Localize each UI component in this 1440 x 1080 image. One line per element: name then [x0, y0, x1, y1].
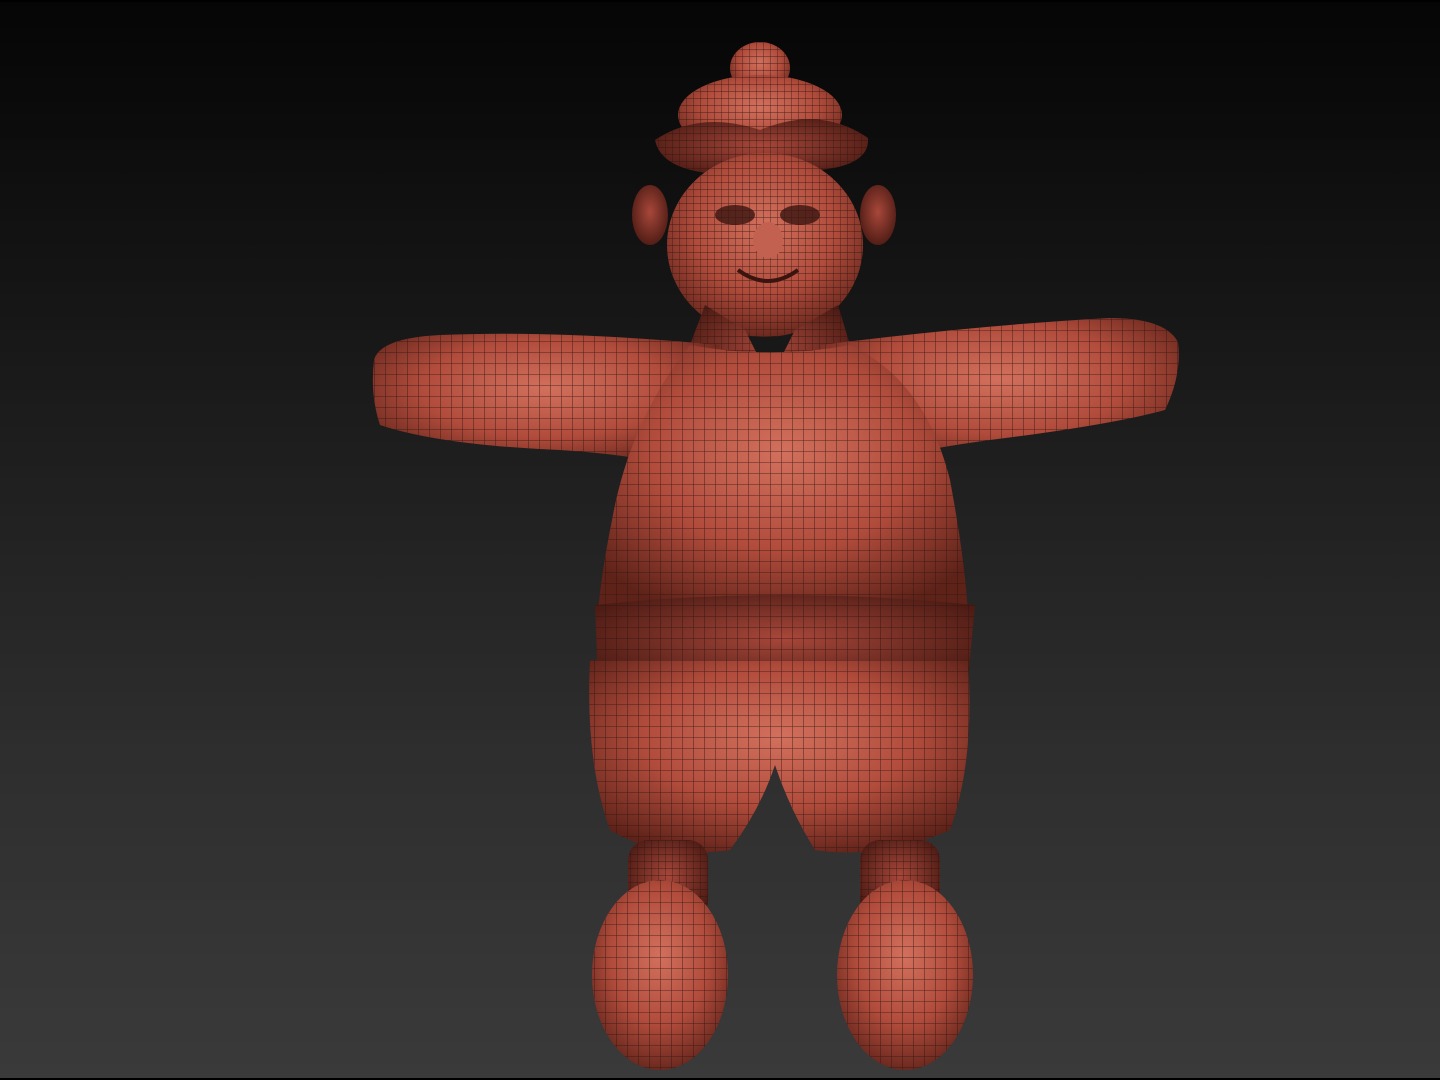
sculpt-model[interactable]: [0, 0, 1440, 1080]
pants: [589, 660, 970, 853]
right-shoe: [837, 880, 973, 1070]
canvas-viewport[interactable]: [0, 0, 1440, 1080]
head: [632, 153, 896, 337]
left-shoe: [592, 880, 728, 1070]
